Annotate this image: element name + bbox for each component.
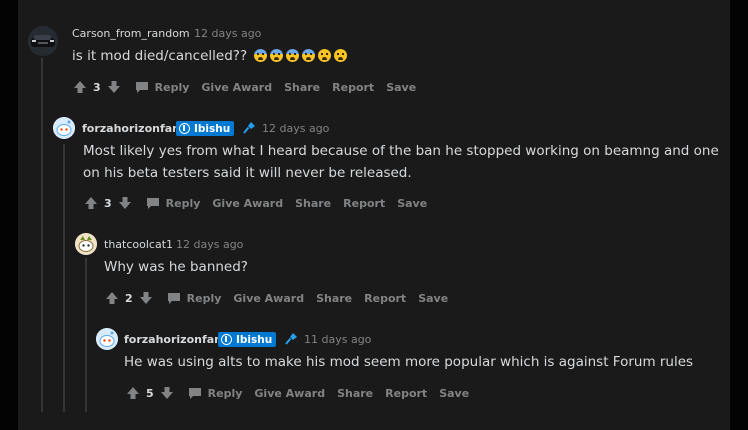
vote-count: 5 bbox=[146, 386, 154, 400]
vote-count: 2 bbox=[125, 291, 133, 305]
snoo-avatar-icon[interactable] bbox=[53, 117, 75, 139]
comment-bubble-icon bbox=[167, 292, 180, 304]
give-award-button[interactable]: Give Award bbox=[254, 387, 325, 400]
give-award-button[interactable]: Give Award bbox=[201, 81, 272, 94]
comment-actions: 5 Reply Give Award Share Report Save bbox=[126, 385, 469, 401]
comment-actions: 3 Reply Give Award Share Report Save bbox=[73, 79, 416, 95]
save-button[interactable]: Save bbox=[397, 197, 427, 210]
reply-label: Reply bbox=[186, 291, 222, 305]
comment-text-line: on his beta testers said it will never b… bbox=[83, 165, 412, 181]
comment-actions: 3 Reply Give Award Share Report Save bbox=[84, 195, 427, 211]
save-button[interactable]: Save bbox=[386, 81, 416, 94]
thread-line[interactable] bbox=[41, 58, 43, 412]
comment-body: is it mod died/cancelled?? bbox=[72, 45, 350, 67]
user-flair: Ibishu bbox=[176, 121, 235, 136]
scream-emoji-icon bbox=[254, 49, 268, 62]
downvote-icon[interactable] bbox=[107, 80, 121, 94]
comment-body: He was using alts to make his mod seem m… bbox=[124, 351, 693, 373]
comment-timestamp[interactable]: 11 days ago bbox=[304, 333, 371, 346]
user-flair: Ibishu bbox=[218, 332, 277, 347]
thread-line[interactable] bbox=[85, 258, 87, 412]
share-button[interactable]: Share bbox=[337, 387, 373, 400]
comment-body: Why was he banned? bbox=[104, 256, 248, 278]
comment-actions: 2 Reply Give Award Share Report Save bbox=[105, 290, 448, 306]
emoji-reactions bbox=[254, 48, 350, 64]
give-award-button[interactable]: Give Award bbox=[212, 197, 283, 210]
microphone-icon bbox=[285, 333, 297, 345]
comment-timestamp[interactable]: 12 days ago bbox=[176, 238, 243, 251]
comment-text: He was using alts to make his mod seem m… bbox=[124, 354, 694, 370]
report-button[interactable]: Report bbox=[343, 197, 385, 210]
report-button[interactable]: Report bbox=[332, 81, 374, 94]
report-button[interactable]: Report bbox=[364, 292, 406, 305]
brand-ring-icon bbox=[179, 123, 190, 134]
microphone-icon bbox=[243, 122, 255, 134]
disappointed-emoji-icon bbox=[334, 49, 348, 62]
flair-label: Ibishu bbox=[236, 333, 273, 346]
comment-author[interactable]: Carson_from_random bbox=[72, 27, 190, 40]
comment-author[interactable]: thatcoolcat1 bbox=[104, 238, 173, 251]
thread-line[interactable] bbox=[63, 144, 65, 412]
brand-ring-icon bbox=[221, 334, 232, 345]
comment-body: Most likely yes from what I heard becaus… bbox=[83, 140, 719, 184]
save-button[interactable]: Save bbox=[418, 292, 448, 305]
fearful-emoji-icon bbox=[286, 49, 300, 62]
snoo-avatar-icon[interactable] bbox=[75, 233, 97, 255]
upvote-icon[interactable] bbox=[73, 80, 87, 94]
save-button[interactable]: Save bbox=[439, 387, 469, 400]
vote-count: 3 bbox=[93, 80, 101, 94]
comment-bubble-icon bbox=[188, 387, 201, 399]
reply-button[interactable]: Reply bbox=[188, 386, 243, 400]
comment-bubble-icon bbox=[146, 197, 159, 209]
reply-label: Reply bbox=[154, 80, 190, 94]
comment-text-line: Most likely yes from what I heard becaus… bbox=[83, 143, 719, 159]
reply-button[interactable]: Reply bbox=[167, 291, 222, 305]
share-button[interactable]: Share bbox=[284, 81, 320, 94]
downvote-icon[interactable] bbox=[139, 291, 153, 305]
vote-count: 3 bbox=[104, 196, 112, 210]
comment-timestamp[interactable]: 12 days ago bbox=[194, 27, 261, 40]
comment-text: Why was he banned? bbox=[104, 259, 248, 275]
scream-emoji-icon bbox=[270, 49, 284, 62]
car-avatar-icon[interactable] bbox=[28, 26, 58, 56]
comment-text: is it mod died/cancelled?? bbox=[72, 48, 248, 64]
snoo-avatar-icon[interactable] bbox=[96, 328, 118, 350]
disappointed-emoji-icon bbox=[318, 49, 332, 62]
downvote-icon[interactable] bbox=[118, 196, 132, 210]
downvote-icon[interactable] bbox=[160, 386, 174, 400]
upvote-icon[interactable] bbox=[126, 386, 140, 400]
comment-author[interactable]: forzahorizonfan bbox=[124, 333, 222, 346]
flair-label: Ibishu bbox=[194, 122, 231, 135]
reply-button[interactable]: Reply bbox=[146, 196, 201, 210]
give-award-button[interactable]: Give Award bbox=[233, 292, 304, 305]
reply-label: Reply bbox=[207, 386, 243, 400]
report-button[interactable]: Report bbox=[385, 387, 427, 400]
reply-label: Reply bbox=[165, 196, 201, 210]
comment-timestamp[interactable]: 12 days ago bbox=[262, 122, 329, 135]
comment-author[interactable]: forzahorizonfan bbox=[82, 122, 180, 135]
comment-bubble-icon bbox=[135, 81, 148, 93]
upvote-icon[interactable] bbox=[105, 291, 119, 305]
reply-button[interactable]: Reply bbox=[135, 80, 190, 94]
fearful-emoji-icon bbox=[302, 49, 316, 62]
share-button[interactable]: Share bbox=[316, 292, 352, 305]
share-button[interactable]: Share bbox=[295, 197, 331, 210]
upvote-icon[interactable] bbox=[84, 196, 98, 210]
